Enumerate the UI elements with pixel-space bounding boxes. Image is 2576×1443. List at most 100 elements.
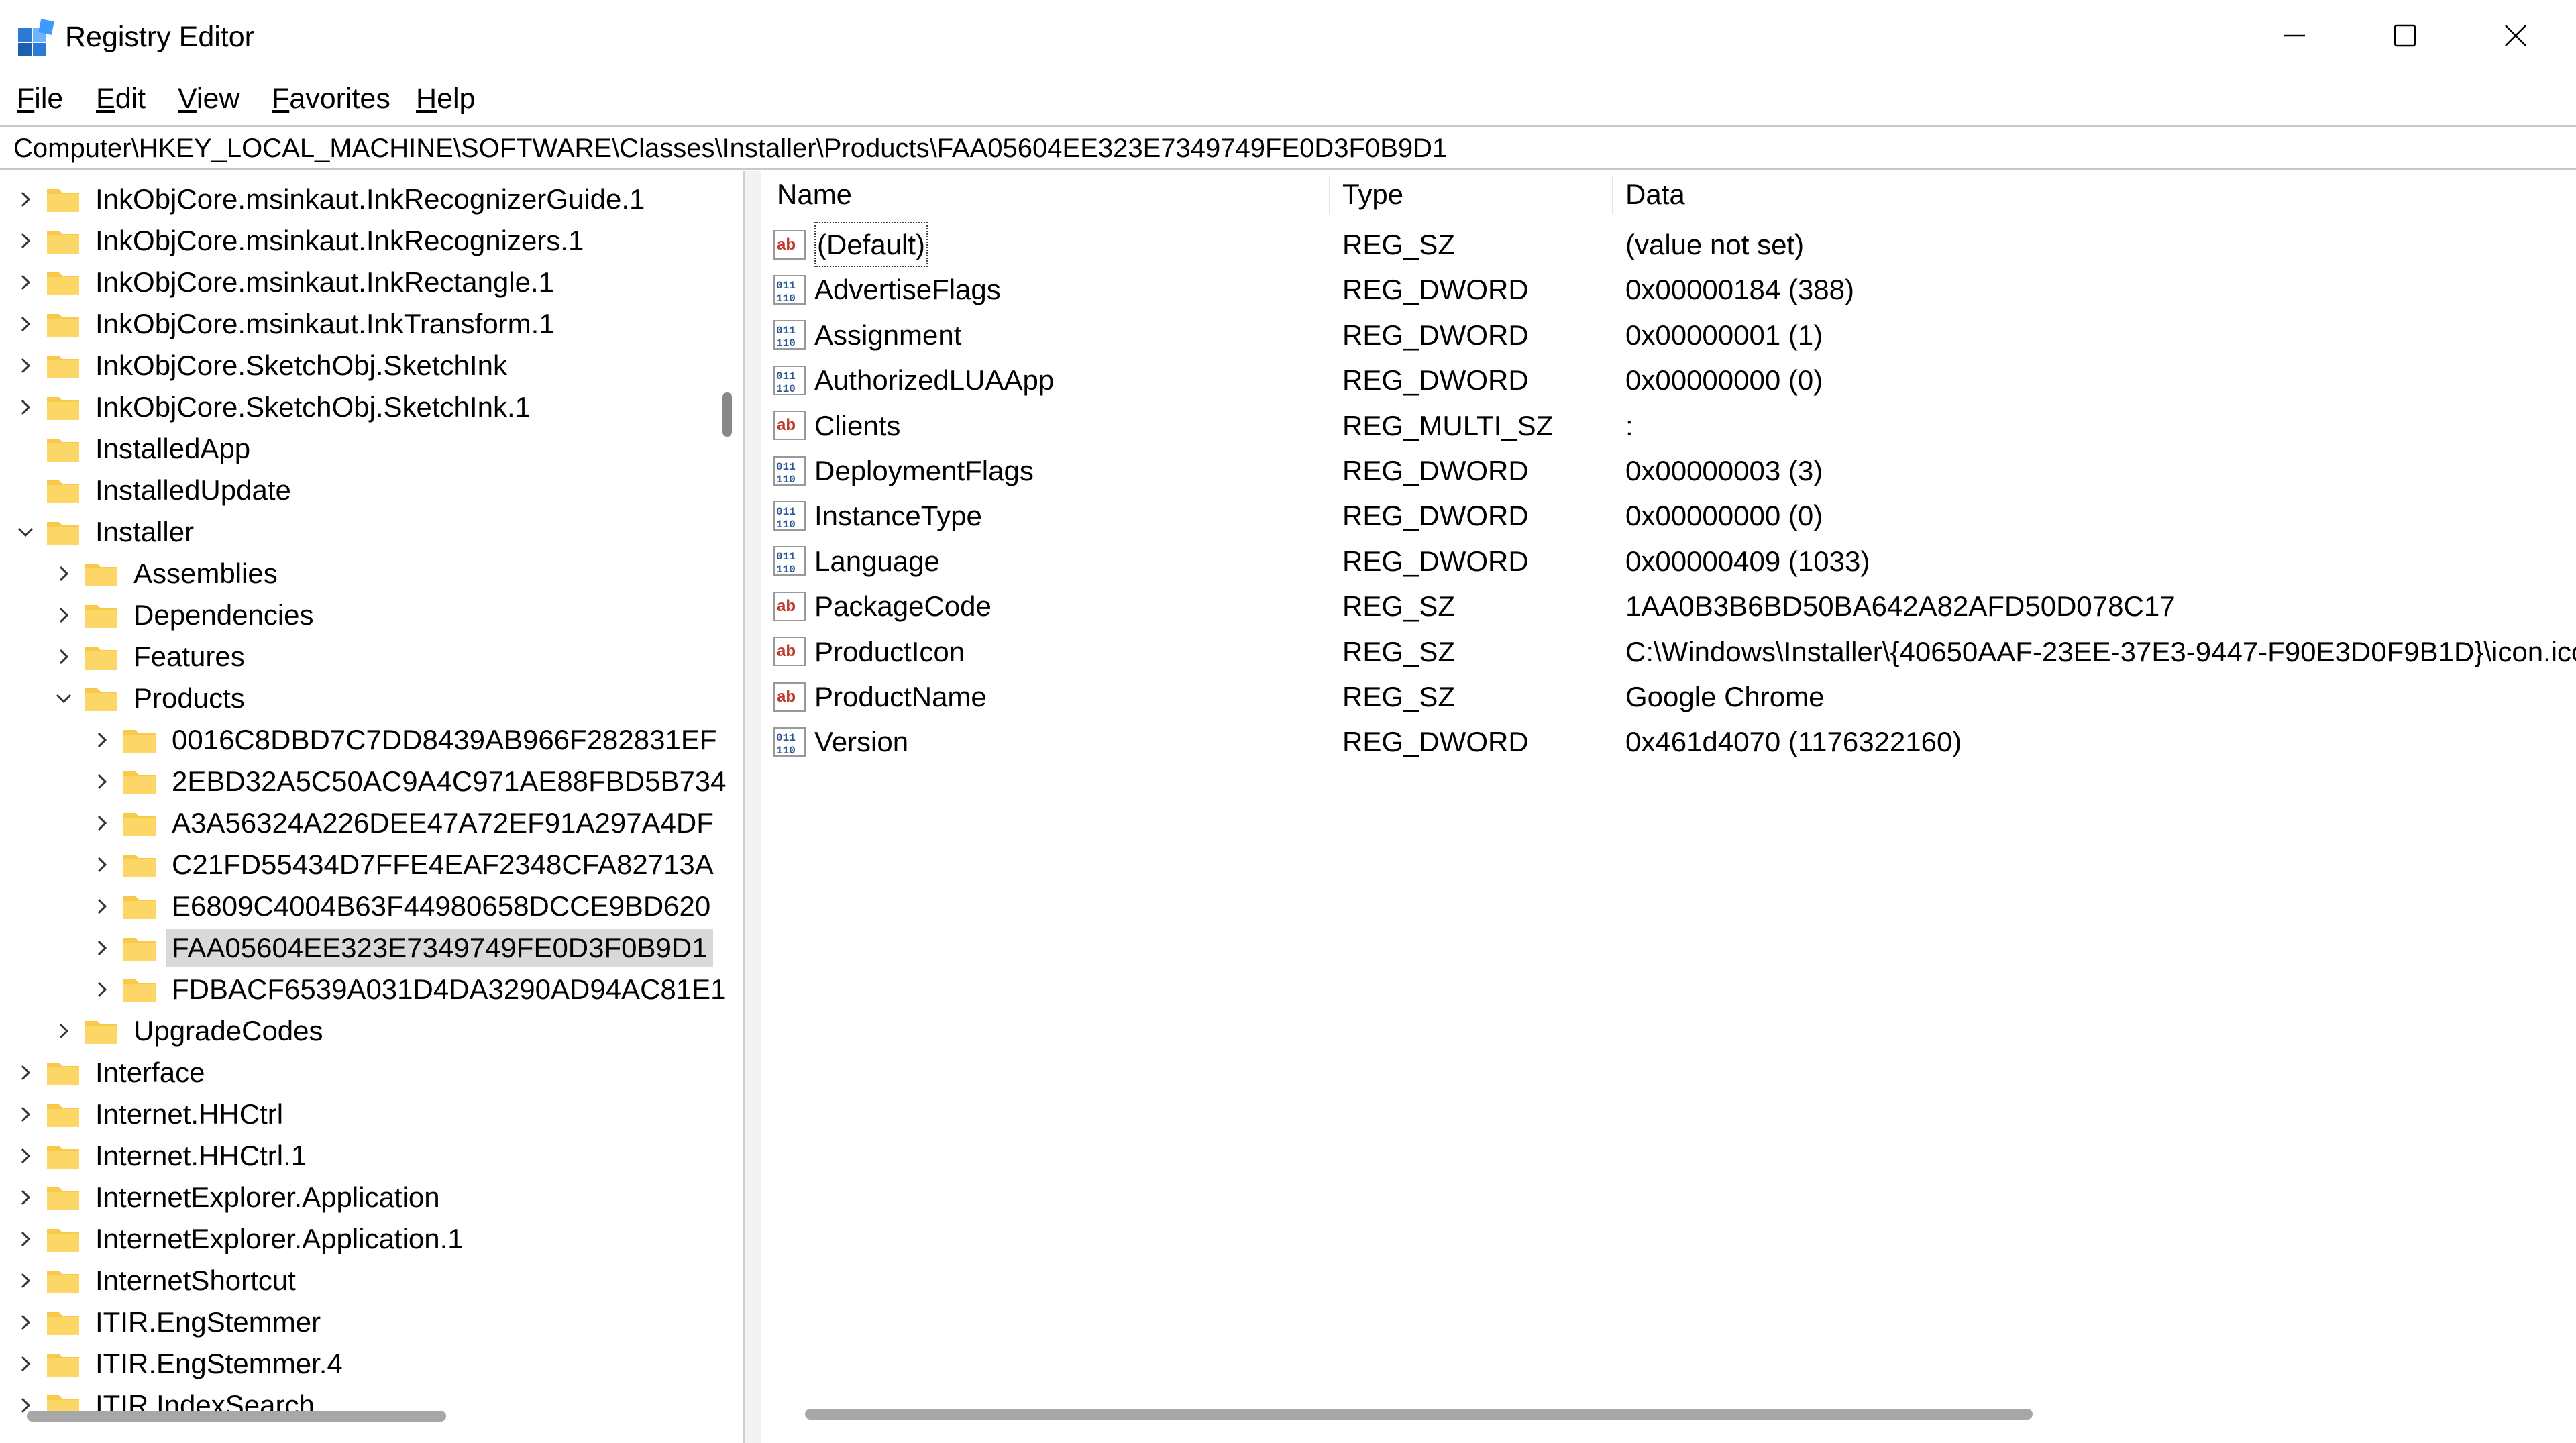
key-tree-pane[interactable]: InkObjCore.msinkaut.InkRecognizerGuide.1…: [0, 171, 745, 1443]
tree-node[interactable]: Assemblies: [50, 553, 283, 594]
value-row[interactable]: 011 110 DeploymentFlags REG_DWORD 0x00000003…: [761, 448, 2576, 493]
tree-node[interactable]: InternetShortcut: [12, 1261, 301, 1301]
value-data: Google Chrome: [1625, 681, 1825, 712]
tree-node[interactable]: InkObjCore.msinkaut.InkTransform.1: [12, 304, 560, 344]
menu-favorites[interactable]: Favorites: [272, 79, 390, 118]
chevron-right-icon[interactable]: [89, 768, 115, 795]
tree-node[interactable]: Products: [50, 678, 250, 718]
chevron-right-icon[interactable]: [12, 227, 39, 254]
tree-node-label: Dependencies: [133, 599, 314, 631]
tree-node[interactable]: InkObjCore.msinkaut.InkRecognizers.1: [12, 221, 589, 261]
value-row[interactable]: ab Clients REG_MULTI_SZ:: [761, 403, 2576, 448]
value-row[interactable]: ab ProductName REG_SZ Google Chrome: [761, 674, 2576, 719]
column-header-name[interactable]: Name: [777, 171, 852, 218]
tree-node[interactable]: 0016C8DBD7C7DD8439AB966F282831EF: [89, 720, 722, 760]
value-row[interactable]: 011 110 AdvertiseFlags REG_DWORD 0x00000184 …: [761, 267, 2576, 312]
chevron-right-icon[interactable]: [89, 851, 115, 878]
value-row[interactable]: 011 110 Assignment REG_DWORD 0x00000001 (1): [761, 313, 2576, 358]
chevron-right-icon[interactable]: [89, 810, 115, 837]
chevron-right-icon[interactable]: [12, 1350, 39, 1377]
chevron-down-icon[interactable]: [50, 685, 77, 712]
tree-node[interactable]: E6809C4004B63F44980658DCCE9BD620: [89, 886, 716, 926]
chevron-right-icon[interactable]: [12, 269, 39, 296]
chevron-right-icon[interactable]: [50, 643, 77, 670]
folder-icon: [47, 231, 79, 254]
chevron-right-icon[interactable]: [12, 352, 39, 379]
tree-node[interactable]: Internet.HHCtrl.1: [12, 1136, 312, 1176]
tree-node[interactable]: FDBACF6539A031D4DA3290AD94AC81E1: [89, 969, 732, 1010]
chevron-right-icon[interactable]: [12, 311, 39, 337]
tree-node[interactable]: Features: [50, 637, 250, 677]
menu-file[interactable]: File: [17, 79, 63, 118]
chevron-right-icon[interactable]: [12, 1267, 39, 1294]
chevron-right-icon[interactable]: [12, 1309, 39, 1336]
menu-edit[interactable]: Edit: [96, 79, 146, 118]
chevron-right-icon[interactable]: [12, 1142, 39, 1169]
tree-node[interactable]: Interface: [12, 1053, 210, 1093]
chevron-right-icon[interactable]: [12, 1226, 39, 1252]
tree-node[interactable]: C21FD55434D7FFE4EAF2348CFA82713A: [89, 845, 719, 885]
minimize-button[interactable]: [2241, 0, 2348, 70]
tree-node[interactable]: Installer: [12, 512, 199, 552]
values-horizontal-scrollbar[interactable]: [805, 1409, 2033, 1420]
close-button[interactable]: [2462, 0, 2569, 70]
column-header-type[interactable]: Type: [1342, 171, 1403, 218]
chevron-right-icon[interactable]: [50, 560, 77, 587]
tree-node[interactable]: InkObjCore.msinkaut.InkRectangle.1: [12, 262, 559, 303]
tree-node[interactable]: InstalledUpdate: [12, 470, 297, 511]
chevron-right-icon[interactable]: [12, 1184, 39, 1211]
tree-node[interactable]: InkObjCore.SketchObj.SketchInk: [12, 345, 513, 386]
chevron-down-icon[interactable]: [12, 519, 39, 545]
chevron-right-icon[interactable]: [89, 976, 115, 1003]
value-type: REG_DWORD: [1342, 274, 1529, 306]
tree-node[interactable]: 2EBD32A5C50AC9A4C971AE88FBD5B734: [89, 761, 732, 802]
tree-node[interactable]: A3A56324A226DEE47A72EF91A297A4DF: [89, 803, 719, 843]
value-row[interactable]: 011 110 Language REG_DWORD 0x00000409 (1033): [761, 539, 2576, 584]
chevron-right-icon[interactable]: [89, 893, 115, 920]
address-bar[interactable]: Computer\HKEY_LOCAL_MACHINE\SOFTWARE\Cla…: [0, 125, 2576, 170]
tree-node[interactable]: FAA05604EE323E7349749FE0D3F0B9D1: [89, 928, 713, 968]
tree-node[interactable]: Dependencies: [50, 595, 319, 635]
tree-node[interactable]: InstalledApp: [12, 429, 256, 469]
folder-icon: [47, 314, 79, 337]
column-separator[interactable]: [1612, 176, 1613, 214]
tree-node[interactable]: UpgradeCodes: [50, 1011, 329, 1051]
menu-view[interactable]: View: [178, 79, 239, 118]
chevron-right-icon[interactable]: [89, 934, 115, 961]
folder-icon: [47, 1104, 79, 1127]
folder-icon: [123, 771, 156, 794]
value-row[interactable]: 011 110 InstanceType REG_DWORD 0x00000000 (0…: [761, 493, 2576, 538]
chevron-right-icon[interactable]: [12, 1101, 39, 1128]
chevron-right-icon[interactable]: [12, 186, 39, 213]
value-row[interactable]: 011 110 AuthorizedLUAApp REG_DWORD 0x0000000…: [761, 358, 2576, 403]
values-list-pane[interactable]: Name Type Data ab (Default) REG_SZ (value n…: [761, 171, 2576, 1443]
value-row[interactable]: ab (Default) REG_SZ (value not set): [761, 222, 2576, 267]
menu-help[interactable]: Help: [416, 79, 475, 118]
tree-horizontal-scrollbar[interactable]: [27, 1411, 446, 1422]
chevron-right-icon[interactable]: [89, 727, 115, 753]
address-path[interactable]: Computer\HKEY_LOCAL_MACHINE\SOFTWARE\Cla…: [13, 129, 1447, 167]
tree-node[interactable]: InternetExplorer.Application.1: [12, 1219, 469, 1259]
maximize-button[interactable]: [2351, 0, 2459, 70]
tree-node[interactable]: ITIR.EngStemmer.4: [12, 1344, 348, 1384]
pane-splitter[interactable]: [745, 171, 761, 1443]
tree-node[interactable]: InkObjCore.msinkaut.InkRecognizerGuide.1: [12, 179, 650, 219]
column-separator[interactable]: [1329, 176, 1330, 214]
tree-vertical-scrollbar[interactable]: [722, 392, 732, 437]
tree-node-label: InkObjCore.msinkaut.InkRectangle.1: [95, 266, 554, 298]
column-header-data[interactable]: Data: [1625, 171, 1685, 218]
tree-node-label: InkObjCore.SketchObj.SketchInk.1: [95, 391, 531, 423]
tree-node[interactable]: InkObjCore.SketchObj.SketchInk.1: [12, 387, 536, 427]
value-row[interactable]: ab ProductIcon REG_SZ C:\Windows\Installer\…: [761, 629, 2576, 674]
value-data: (value not set): [1625, 229, 1805, 260]
chevron-right-icon[interactable]: [50, 1018, 77, 1045]
chevron-right-icon[interactable]: [50, 602, 77, 629]
value-name: Clients: [814, 409, 901, 441]
tree-node[interactable]: InternetExplorer.Application: [12, 1177, 445, 1218]
chevron-right-icon[interactable]: [12, 394, 39, 421]
value-row[interactable]: 011 110 Version REG_DWORD 0x461d4070 (117632…: [761, 719, 2576, 764]
chevron-right-icon[interactable]: [12, 1059, 39, 1086]
value-row[interactable]: ab PackageCode REG_SZ 1AA0B3B6BD50BA642A82A…: [761, 584, 2576, 629]
tree-node[interactable]: Internet.HHCtrl: [12, 1094, 288, 1134]
tree-node[interactable]: ITIR.EngStemmer: [12, 1302, 326, 1342]
